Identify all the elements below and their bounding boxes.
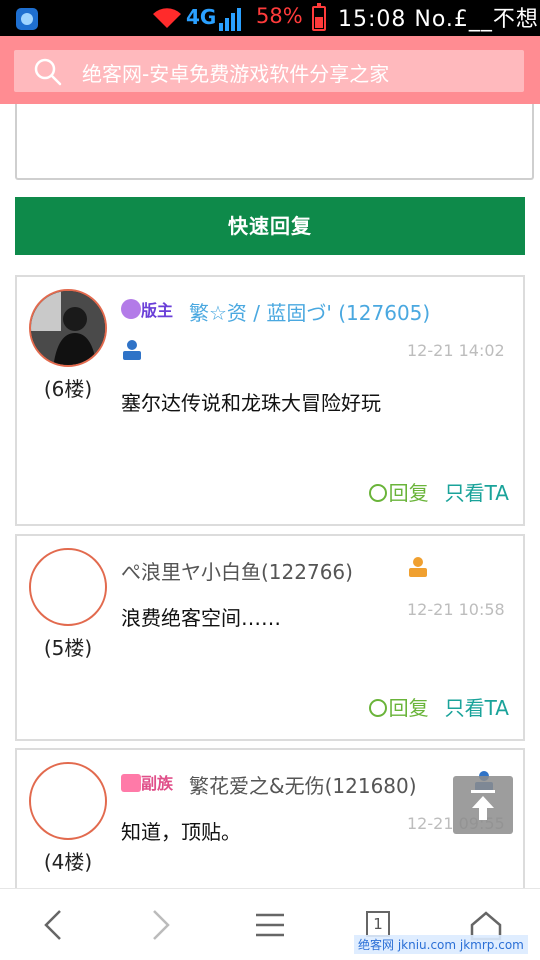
status-bar: 4G 58% 15:08 No.£__不想 — [0, 0, 540, 36]
post-floor-4: (4楼) 副族 繁花爱之&无伤(121680) 12-21 09:55 知道，顶… — [15, 748, 525, 898]
tabs-icon: 1 — [366, 911, 390, 937]
wifi-icon — [153, 8, 181, 28]
search-icon — [34, 58, 62, 86]
post-content: 知道，顶贴。 — [121, 820, 241, 844]
post-floor-6: (6楼) 版主 繁☆资 / 蓝固づ' (127605) 12-21 14:02 … — [15, 275, 525, 526]
floor-number: (4楼) — [43, 850, 93, 874]
reply-icon — [368, 484, 387, 502]
site-watermark: 绝客网 jkniu.com jkmrp.com — [354, 935, 528, 954]
back-icon[interactable] — [34, 905, 74, 945]
reply-icon — [368, 699, 387, 717]
user-group-icon — [123, 340, 141, 360]
search-header: 绝客网-安卓免费游戏软件分享之家 — [0, 36, 540, 104]
user-icon — [409, 557, 427, 577]
post-actions: 回复 只看TA — [368, 692, 509, 721]
badge-label: 版主 — [141, 301, 174, 320]
reply-label: 回复 — [388, 481, 429, 505]
post-content: 塞尔达传说和龙珠大冒险好玩 — [121, 391, 381, 415]
battery-percent: 58% — [256, 4, 303, 28]
moderator-badge: 版主 — [121, 297, 173, 321]
search-placeholder: 绝客网-安卓免费游戏软件分享之家 — [82, 62, 390, 86]
username[interactable]: ぺ浪里ヤ小白鱼(122766) — [121, 556, 353, 585]
floor-number: (6楼) — [43, 377, 93, 401]
post-floor-5: (5楼) ぺ浪里ヤ小白鱼(122766) 12-21 10:58 浪费绝客空间…… — [15, 534, 525, 741]
avatar-photo — [31, 291, 105, 365]
menu-icon[interactable] — [250, 905, 290, 945]
reply-button[interactable]: 回复 — [368, 481, 429, 505]
post-time: 12-21 14:02 — [407, 341, 505, 360]
post-content: 浪费绝客空间…… — [121, 606, 281, 630]
back-to-top-button[interactable] — [453, 776, 513, 834]
search-input[interactable]: 绝客网-安卓免费游戏软件分享之家 — [14, 50, 524, 92]
post-time: 12-21 10:58 — [407, 600, 505, 619]
quick-reply-button[interactable]: 快速回复 — [15, 197, 525, 255]
username[interactable]: 繁☆资 / 蓝固づ' (127605) — [189, 297, 430, 326]
badge-label: 副族 — [141, 774, 174, 793]
floor-number: (5楼) — [43, 636, 93, 660]
avatar[interactable] — [29, 548, 107, 626]
username[interactable]: 繁花爱之&无伤(121680) — [189, 770, 417, 799]
only-ta-button[interactable]: 只看TA — [445, 696, 509, 720]
forward-icon[interactable] — [140, 905, 180, 945]
signal-icon — [219, 8, 241, 31]
avatar[interactable] — [29, 289, 107, 367]
only-ta-button[interactable]: 只看TA — [445, 481, 509, 505]
post-actions: 回复 只看TA — [368, 477, 509, 506]
vice-leader-badge: 副族 — [121, 770, 173, 794]
tab-count: 1 — [373, 915, 383, 933]
reply-textarea[interactable] — [15, 104, 534, 180]
clock-text: 15:08 No.£__不想 — [338, 7, 539, 32]
battery-icon — [312, 3, 326, 31]
reply-label: 回复 — [388, 696, 429, 720]
reply-button[interactable]: 回复 — [368, 696, 429, 720]
app-notification-icon — [16, 8, 38, 30]
arrow-up-icon — [471, 790, 495, 820]
avatar[interactable] — [29, 762, 107, 840]
network-type: 4G — [186, 5, 217, 29]
